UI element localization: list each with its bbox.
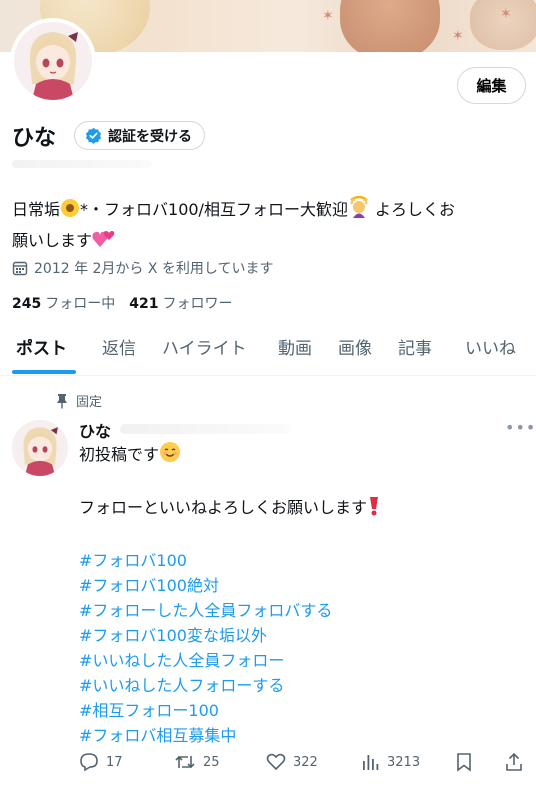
person-gesturing-ok-emoji-icon — [348, 195, 370, 227]
reply-icon — [80, 753, 98, 772]
pin-icon — [57, 393, 67, 408]
banner-shape — [340, 0, 440, 52]
profile-bio: 日常垢 *・フォロバ100/相互フォロー大歓迎 よろしくお 願いします — [12, 195, 528, 258]
view-count: 3213 — [387, 754, 421, 770]
active-tab-indicator — [12, 370, 76, 374]
calendar-icon — [12, 261, 28, 276]
verify-button[interactable]: 認証を受ける — [74, 121, 205, 150]
reply-button[interactable]: 17 — [79, 752, 123, 772]
tab-replies[interactable]: 返信 — [102, 330, 136, 376]
hashtag-link[interactable]: #いいねした人フォローする — [79, 673, 519, 698]
verify-label: 認証を受ける — [108, 128, 192, 145]
bio-text: *・フォロバ100/相互フォロー大歓迎 — [80, 200, 348, 219]
views-button[interactable]: 3213 — [360, 752, 420, 772]
post-body: 初投稿です フォローといいねよろしくお願いします #フォロバ100 #フォロバ1… — [79, 441, 519, 748]
hashtag-link[interactable]: #フォロバ100絶対 — [79, 573, 519, 598]
bio-text: よろしくお — [369, 200, 456, 219]
bookmark-icon — [457, 753, 471, 772]
hashtag-link[interactable]: #フォロバ100変な垢以外 — [79, 623, 519, 648]
join-date-text: 2012 年 2月から X を利用しています — [34, 261, 274, 277]
repost-icon — [175, 755, 195, 769]
smiling-face-emoji-icon — [159, 441, 181, 470]
following-link[interactable]: 245 フォロー中 — [12, 293, 115, 313]
hashtag-link[interactable]: #いいねした人全員フォロー — [79, 648, 519, 673]
following-count: 245 — [12, 296, 42, 312]
followers-count: 421 — [129, 296, 159, 312]
following-label: フォロー中 — [45, 296, 116, 312]
hashtag-link[interactable]: #フォロバ100 — [79, 548, 519, 573]
pinned-label: 固定 — [56, 391, 102, 410]
hashtag-link[interactable]: #フォロバ相互募集中 — [79, 723, 519, 748]
like-count: 322 — [293, 754, 318, 770]
heart-icon — [266, 753, 286, 771]
reply-count: 17 — [106, 754, 123, 770]
post-line: フォローといいねよろしくお願いします — [79, 495, 519, 523]
bio-text: 願いします — [12, 231, 93, 250]
repost-count: 25 — [203, 754, 220, 770]
like-button[interactable]: 322 — [266, 752, 318, 772]
post-line: 初投稿です — [79, 441, 519, 470]
post-line-text: 初投稿です — [79, 445, 160, 464]
tab-videos[interactable]: 動画 — [278, 330, 312, 376]
profile-avatar[interactable] — [10, 18, 96, 104]
sparkling-heart-emoji-icon — [92, 229, 116, 258]
analytics-icon — [363, 755, 379, 770]
profile-tabs: ポスト 返信 ハイライト 動画 画像 記事 いいね — [0, 330, 536, 376]
post-author-name[interactable]: ひな — [79, 418, 111, 442]
verified-badge-icon — [85, 127, 102, 144]
share-icon — [506, 752, 522, 771]
pinned-text: 固定 — [76, 395, 103, 410]
banner-star-icon: ✶ — [452, 28, 464, 44]
banner-star-icon: ✶ — [500, 6, 512, 22]
repost-button[interactable]: 25 — [174, 752, 220, 772]
post-author-avatar[interactable] — [12, 420, 68, 476]
share-button[interactable] — [505, 752, 523, 772]
tab-articles[interactable]: 記事 — [398, 330, 432, 376]
join-date: 2012 年 2月から X を利用しています — [12, 258, 274, 278]
hashtag-link[interactable]: #相互フォロー100 — [79, 698, 519, 723]
banner-star-icon: ✶ — [322, 8, 334, 24]
followers-link[interactable]: 421 フォロワー — [129, 293, 232, 313]
edit-profile-button[interactable]: 編集 — [457, 67, 526, 104]
tab-highlights[interactable]: ハイライト — [162, 330, 247, 376]
post-actions: 17 25 322 3213 — [0, 748, 536, 778]
sunflower-emoji-icon — [60, 198, 80, 227]
post-line-text: フォローといいねよろしくお願いします — [79, 498, 368, 517]
hashtag-link[interactable]: #フォローした人全員フォロバする — [79, 598, 519, 623]
tab-likes[interactable]: いいね — [465, 330, 516, 376]
handle-blurred — [12, 160, 152, 168]
bookmark-button[interactable] — [455, 752, 473, 772]
post-author-handle-blurred — [120, 424, 290, 434]
followers-label: フォロワー — [162, 296, 233, 312]
bio-text: 日常垢 — [12, 200, 61, 219]
tab-images[interactable]: 画像 — [338, 330, 372, 376]
profile-name: ひな — [12, 126, 57, 151]
follow-stats: 245 フォロー中 421 フォロワー — [12, 293, 232, 313]
exclamation-mark-emoji-icon — [367, 496, 381, 523]
more-options-icon[interactable]: ••• — [505, 418, 536, 437]
